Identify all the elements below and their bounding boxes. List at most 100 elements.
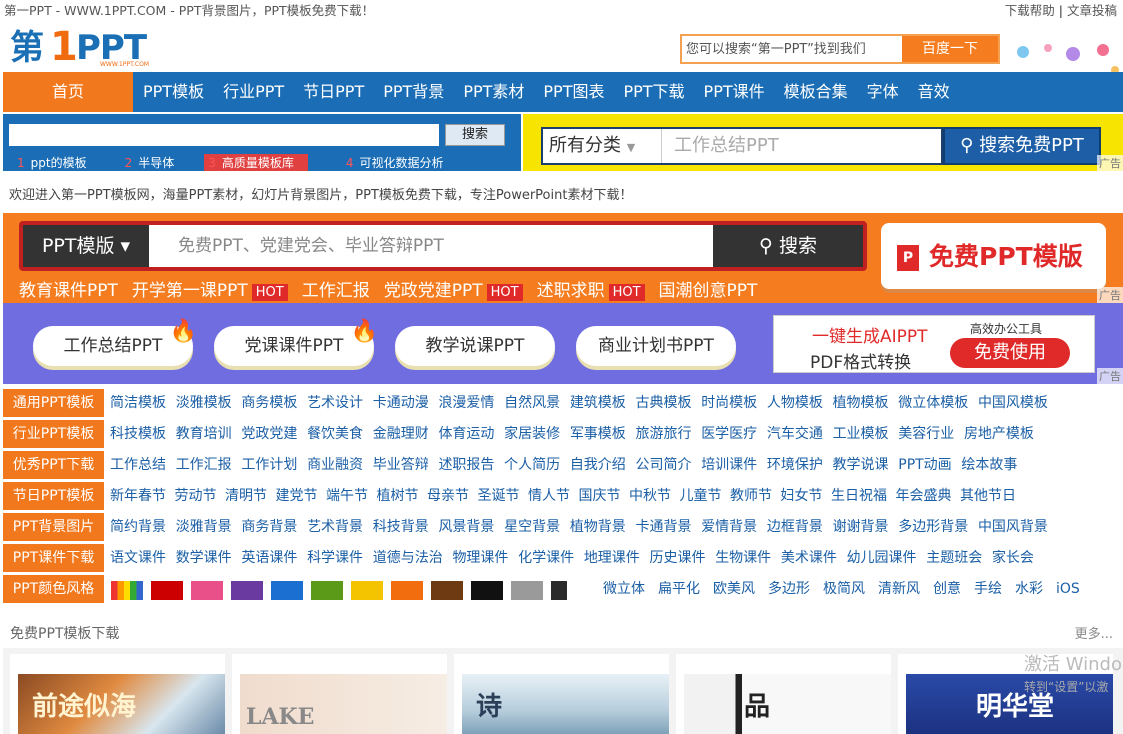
- category-link[interactable]: 工作总结: [110, 457, 166, 473]
- category-link[interactable]: 植树节: [377, 488, 419, 504]
- nav-item[interactable]: 音效: [918, 72, 950, 112]
- category-link[interactable]: 科技模板: [110, 426, 166, 442]
- nav-item[interactable]: 行业PPT: [223, 72, 284, 112]
- nav-home[interactable]: 首页: [3, 72, 133, 112]
- category-link[interactable]: 浪漫爱情: [438, 395, 494, 411]
- hot-search-tag[interactable]: 2 半导体: [125, 154, 175, 171]
- free-ppt-template-button[interactable]: P 免费PPT模版: [881, 223, 1106, 289]
- nav-item[interactable]: 模板合集: [784, 72, 848, 112]
- category-link[interactable]: 数学课件: [176, 550, 232, 566]
- category-link[interactable]: 艺术背景: [307, 519, 363, 535]
- category-link[interactable]: 中国风背景: [978, 519, 1048, 535]
- banner-tag[interactable]: 党政党建PPT HOT: [384, 276, 523, 301]
- category-link[interactable]: 谢谢背景: [833, 519, 889, 535]
- style-link[interactable]: 扁平化: [658, 581, 700, 597]
- category-link[interactable]: 人物模板: [767, 395, 823, 411]
- color-swatch[interactable]: [391, 581, 423, 600]
- more-link[interactable]: 更多...: [1075, 623, 1113, 642]
- template-thumbnail[interactable]: LAKE: [232, 654, 447, 734]
- topic-pill[interactable]: 商业计划书PPT: [576, 326, 736, 366]
- topic-pill[interactable]: 党课课件PPT 🔥: [214, 319, 378, 366]
- nav-item[interactable]: PPT模板: [143, 72, 204, 112]
- color-swatch[interactable]: [431, 581, 463, 600]
- category-link[interactable]: 爱情背景: [701, 519, 757, 535]
- category-link[interactable]: 商务背景: [241, 519, 297, 535]
- category-link[interactable]: 培训课件: [701, 457, 757, 473]
- ad-search-input[interactable]: [9, 124, 439, 146]
- color-swatch[interactable]: [231, 581, 263, 600]
- category-link[interactable]: 微立体模板: [898, 395, 968, 411]
- category-link[interactable]: 母亲节: [427, 488, 469, 504]
- category-link[interactable]: 建筑模板: [570, 395, 626, 411]
- category-link[interactable]: 卡通动漫: [373, 395, 429, 411]
- nav-item[interactable]: 字体: [867, 72, 899, 112]
- category-link[interactable]: 中秋节: [629, 488, 671, 504]
- category-link[interactable]: 公司简介: [636, 457, 692, 473]
- category-link[interactable]: 中国风模板: [978, 395, 1048, 411]
- category-link[interactable]: 植物模板: [833, 395, 889, 411]
- baidu-search-button[interactable]: 百度一下: [902, 36, 998, 62]
- category-link[interactable]: 房地产模板: [964, 426, 1034, 442]
- category-label[interactable]: 优秀PPT下载: [3, 451, 104, 479]
- nav-item[interactable]: 节日PPT: [303, 72, 364, 112]
- category-link[interactable]: 地理课件: [584, 550, 640, 566]
- topic-pill[interactable]: 教学说课PPT: [395, 326, 555, 366]
- category-link[interactable]: 工业模板: [833, 426, 889, 442]
- category-link[interactable]: 淡雅模板: [176, 395, 232, 411]
- category-link[interactable]: 商务模板: [241, 395, 297, 411]
- category-link[interactable]: 述职报告: [438, 457, 494, 473]
- color-swatch[interactable]: [471, 581, 503, 600]
- style-link[interactable]: 微立体: [603, 581, 645, 597]
- category-link[interactable]: 生物课件: [715, 550, 771, 566]
- category-link[interactable]: 物理课件: [452, 550, 508, 566]
- category-link[interactable]: 淡雅背景: [176, 519, 232, 535]
- category-link[interactable]: 科学课件: [307, 550, 363, 566]
- category-link[interactable]: 教育培训: [176, 426, 232, 442]
- category-link[interactable]: 其他节日: [960, 488, 1016, 504]
- category-link[interactable]: 工作汇报: [176, 457, 232, 473]
- nav-item[interactable]: PPT背景: [383, 72, 444, 112]
- color-swatch[interactable]: [551, 581, 567, 600]
- nav-item[interactable]: PPT课件: [704, 72, 765, 112]
- hot-search-tag[interactable]: 4 可视化数据分析: [346, 154, 444, 171]
- baidu-search-box[interactable]: 您可以搜索“第一PPT”找到我们 百度一下: [680, 34, 1000, 64]
- category-link[interactable]: 生日祝福: [831, 488, 887, 504]
- category-select[interactable]: 所有分类 ▼: [549, 129, 635, 165]
- banner-tag[interactable]: 教育课件PPT: [19, 276, 118, 301]
- category-link[interactable]: 工作计划: [241, 457, 297, 473]
- banner-tag[interactable]: 国潮创意PPT: [659, 276, 758, 301]
- category-link[interactable]: 绘本故事: [961, 457, 1017, 473]
- site-logo[interactable]: 第 1 PPT WWW.1PPT.COM: [10, 26, 180, 68]
- category-link[interactable]: 英语课件: [241, 550, 297, 566]
- category-link[interactable]: 劳动节: [175, 488, 217, 504]
- template-thumbnail[interactable]: 前途似海: [10, 654, 225, 734]
- category-link[interactable]: 清明节: [225, 488, 267, 504]
- template-thumbnail[interactable]: 品: [676, 654, 891, 734]
- style-link[interactable]: 创意: [933, 581, 961, 597]
- category-link[interactable]: 历史课件: [650, 550, 706, 566]
- category-link[interactable]: 美容行业: [898, 426, 954, 442]
- category-link[interactable]: 金融理财: [373, 426, 429, 442]
- free-use-button[interactable]: 免费使用: [950, 338, 1070, 368]
- category-link[interactable]: 建党节: [276, 488, 318, 504]
- free-ppt-search-input[interactable]: 工作总结PPT: [661, 129, 779, 163]
- category-link[interactable]: 艺术设计: [307, 395, 363, 411]
- category-link[interactable]: 军事模板: [570, 426, 626, 442]
- style-link[interactable]: 极简风: [823, 581, 865, 597]
- style-link[interactable]: 手绘: [974, 581, 1002, 597]
- category-link[interactable]: 美术课件: [781, 550, 837, 566]
- category-label[interactable]: 节日PPT模板: [3, 482, 104, 510]
- category-link[interactable]: 国庆节: [579, 488, 621, 504]
- category-link[interactable]: 语文课件: [110, 550, 166, 566]
- hot-search-tag[interactable]: 1 ppt的模板: [17, 154, 87, 171]
- banner-search-input[interactable]: 免费PPT、党建党会、毕业答辩PPT: [178, 225, 444, 267]
- category-link[interactable]: 毕业答辩: [373, 457, 429, 473]
- color-swatch[interactable]: [351, 581, 383, 600]
- banner-tag[interactable]: 工作汇报: [302, 276, 370, 301]
- category-label[interactable]: 通用PPT模板: [3, 389, 104, 417]
- category-link[interactable]: 星空背景: [504, 519, 560, 535]
- nav-item[interactable]: PPT图表: [543, 72, 604, 112]
- category-link[interactable]: 时尚模板: [701, 395, 757, 411]
- banner-search-button[interactable]: ⚲ 搜索: [713, 225, 863, 267]
- banner-tag[interactable]: 开学第一课PPT HOT: [132, 276, 288, 301]
